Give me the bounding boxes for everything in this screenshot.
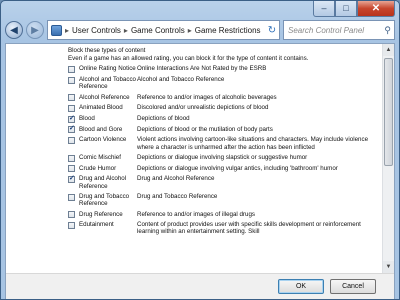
content-type-name[interactable]: Edutainment (79, 221, 137, 228)
breadcrumb-game-restrictions[interactable]: Game Restrictions (195, 26, 261, 35)
content-type-row: Alcohol and Tobacco Reference Alcohol and… (68, 76, 368, 90)
block-checkbox[interactable] (68, 211, 75, 219)
search-box[interactable]: Search Control Panel ⚲ (283, 20, 395, 40)
content-type-row: Online Rating Notice Online Interactions … (68, 65, 368, 73)
content-type-list: Online Rating Notice Online Interactions … (68, 65, 368, 235)
content-type-name[interactable]: Alcohol and Tobacco Reference (79, 76, 137, 90)
search-icon[interactable]: ⚲ (384, 25, 391, 36)
dialog-footer: OK Cancel (6, 273, 394, 299)
block-checkbox[interactable] (68, 76, 75, 84)
refresh-icon[interactable]: ↻ (265, 25, 279, 36)
content-type-description: Alcohol and Tobacco Reference (137, 76, 225, 84)
breadcrumb-separator-icon: ▸ (65, 25, 70, 35)
breadcrumb-game-controls[interactable]: Game Controls (131, 26, 185, 35)
back-arrow-icon: ◀ (10, 24, 18, 36)
forward-button[interactable]: ▶ (26, 21, 44, 39)
back-button[interactable]: ◀ (5, 21, 23, 39)
maximize-button[interactable]: □ (335, 1, 357, 17)
content-type-row: Alcohol Reference Reference to and/or ima… (68, 94, 368, 102)
vertical-scrollbar[interactable]: ▲ ▼ (382, 44, 394, 273)
scroll-thumb[interactable] (384, 58, 393, 166)
block-checkbox[interactable] (68, 175, 75, 183)
content-type-description: Content of product provides user with sp… (137, 221, 361, 236)
block-checkbox[interactable] (68, 125, 75, 134)
block-checkbox[interactable] (68, 136, 75, 144)
content-type-row: Drug Reference Reference to and/or images… (68, 211, 368, 219)
navigation-toolbar: ◀ ▶ ▸ User Controls ▸ Game Controls ▸ Ga… (5, 19, 395, 41)
cancel-button[interactable]: Cancel (330, 279, 376, 294)
control-panel-window: – □ ✕ ◀ ▶ ▸ User Controls ▸ Game Control… (0, 0, 400, 300)
minimize-button[interactable]: – (313, 1, 335, 17)
block-checkbox[interactable] (68, 165, 75, 173)
block-checkbox[interactable] (68, 115, 75, 123)
block-checkbox[interactable] (68, 193, 75, 201)
content-type-description: Reference to and/or images of illegal dr… (137, 210, 255, 218)
content-type-name[interactable]: Drug and Tobacco Reference (79, 193, 137, 207)
block-checkbox[interactable] (68, 154, 75, 162)
content-type-row: Cartoon Violence Violent actions involvin… (68, 136, 369, 151)
content-type-row: Drug and Alcohol ReferenceDrug and Alcoh… (68, 175, 368, 190)
ok-button[interactable]: OK (278, 279, 324, 294)
content-type-name[interactable]: Blood and Gore (79, 126, 137, 133)
block-checkbox[interactable] (68, 221, 75, 229)
content-type-description: Drug and Alcohol Reference (137, 175, 215, 183)
content-type-description: Online Interactions Are Not Rated by the… (137, 65, 267, 73)
breadcrumb-separator-icon: ▸ (123, 25, 128, 35)
search-input[interactable]: Search Control Panel (288, 26, 364, 35)
content-type-name[interactable]: Cartoon Violence (79, 136, 137, 143)
content-type-description: Depictions of blood (137, 115, 190, 123)
content-type-description: Reference to and/or images of alcoholic … (137, 93, 277, 101)
content-type-description: Depictions or dialogue involving vulgar … (137, 164, 338, 172)
content-type-description: Discolored and/or unrealistic depictions… (137, 104, 269, 112)
block-checkbox[interactable] (68, 94, 75, 102)
content-pane: Block these types of content Even if a g… (5, 43, 395, 299)
forward-arrow-icon: ▶ (31, 24, 39, 36)
content-type-name[interactable]: Drug Reference (79, 211, 137, 218)
content-type-name[interactable]: Blood (79, 115, 137, 122)
content-type-name[interactable]: Drug and Alcohol Reference (79, 175, 137, 189)
caption-buttons: – □ ✕ (313, 1, 395, 17)
content-type-row: Edutainment Content of product provides u… (68, 221, 368, 235)
content-type-description: Depictions of blood or the mutilation of… (137, 125, 273, 133)
content-type-row: Animated Blood Discolored and/or unrealis… (68, 104, 368, 112)
breadcrumb-separator-icon: ▸ (187, 25, 192, 35)
section-heading: Block these types of content (68, 47, 146, 54)
block-checkbox[interactable] (68, 104, 75, 112)
breadcrumb-user-controls[interactable]: User Controls (72, 26, 121, 35)
content-type-name[interactable]: Comic Mischief (79, 154, 137, 161)
content-type-name[interactable]: Online Rating Notice (79, 65, 137, 72)
content-type-row: Comic Mischief Depictions or dialogue inv… (68, 154, 368, 162)
content-type-row: Crude Humor Depictions or dialogue involv… (68, 165, 368, 173)
content-type-row: Blood and GoreDepictions of blood or the… (68, 125, 368, 134)
scroll-up-icon[interactable]: ▲ (383, 44, 394, 56)
content-type-description: Depictions or dialogue involving slapsti… (137, 154, 308, 162)
control-panel-icon (51, 24, 62, 36)
section-intro: Even if a game has an allowed rating, yo… (68, 55, 309, 63)
scroll-down-icon[interactable]: ▼ (383, 261, 394, 273)
content-type-name[interactable]: Alcohol Reference (79, 94, 137, 101)
restrictions-panel: Block these types of content Even if a g… (68, 46, 368, 239)
content-type-row: Drug and Tobacco Reference Drug and Tobac… (68, 193, 368, 207)
content-type-description: Drug and Tobacco Reference (137, 193, 218, 200)
address-bar[interactable]: ▸ User Controls ▸ Game Controls ▸ Game R… (47, 20, 280, 40)
content-type-description: Violent actions involving cartoon-like s… (137, 136, 369, 151)
content-type-row: BloodDepictions of blood (68, 115, 368, 123)
content-type-name[interactable]: Crude Humor (79, 165, 137, 172)
block-checkbox[interactable] (68, 65, 75, 73)
close-button[interactable]: ✕ (357, 1, 395, 17)
content-type-name[interactable]: Animated Blood (79, 104, 137, 111)
